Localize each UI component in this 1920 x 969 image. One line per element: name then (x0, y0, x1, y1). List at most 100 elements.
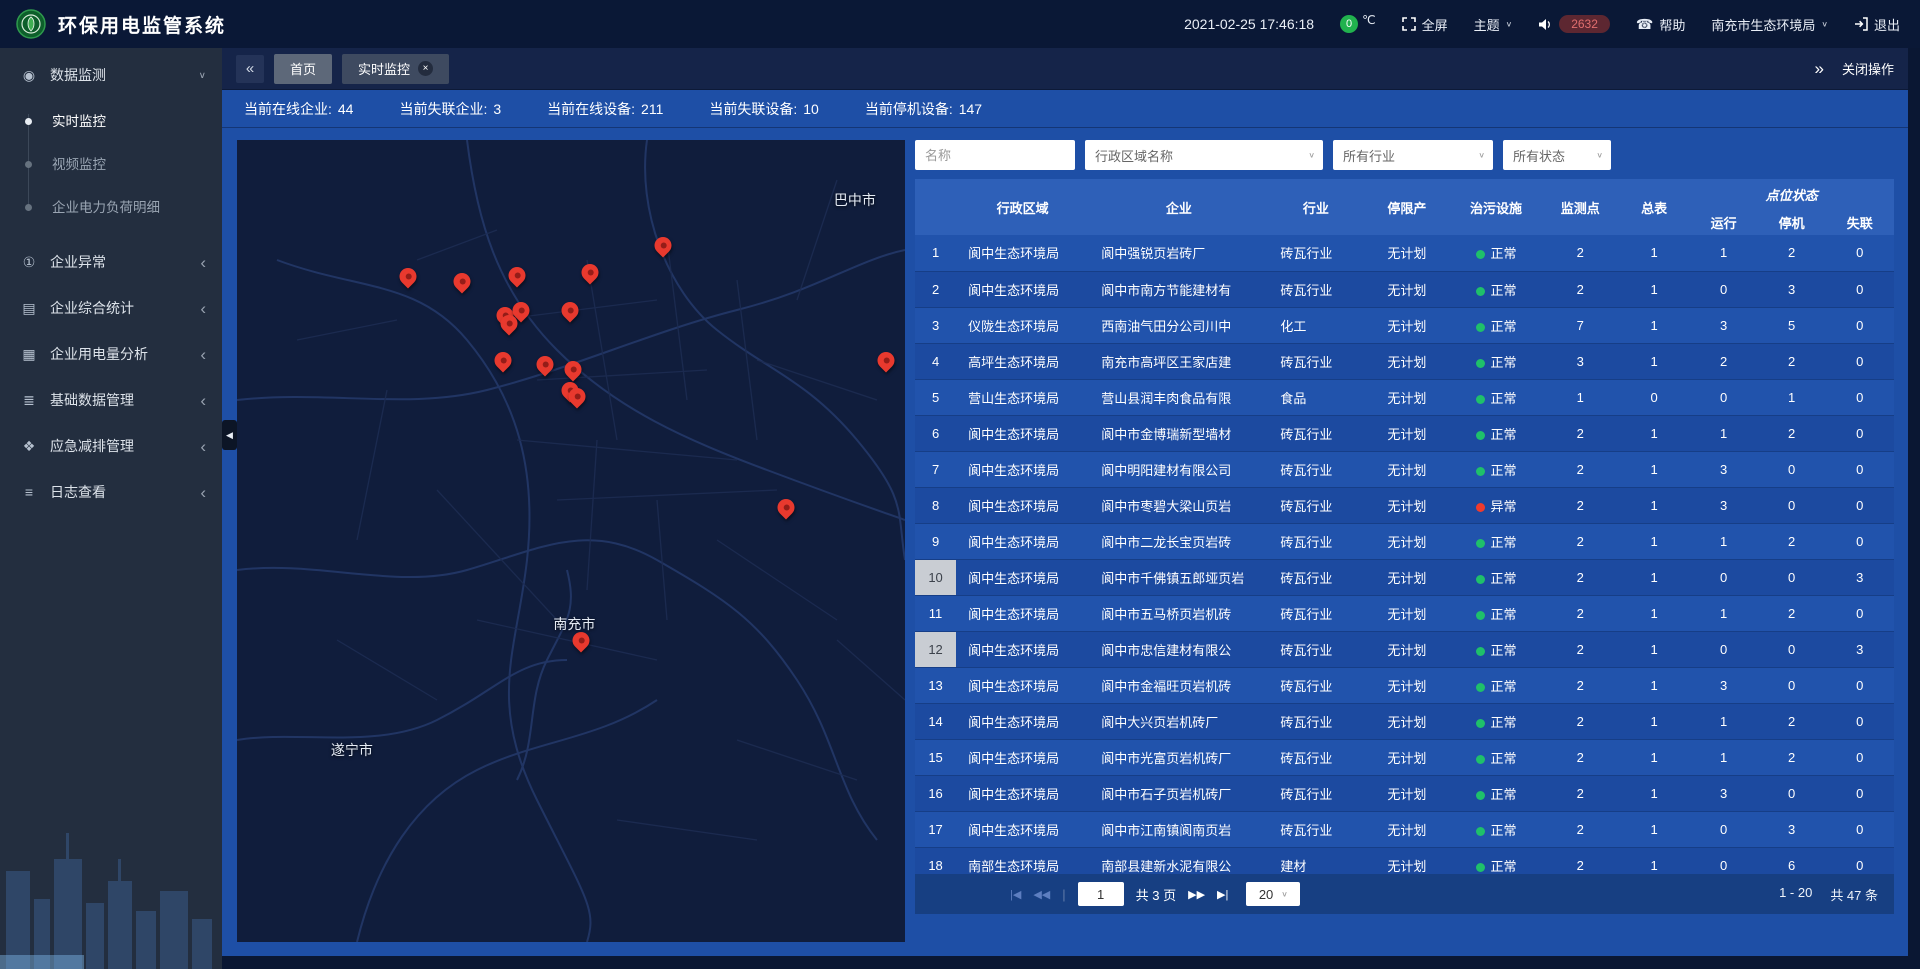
sidebar-group-log-view[interactable]: ≡日志查看‹ (0, 469, 222, 515)
last-page-button[interactable]: ▶| (1217, 888, 1228, 901)
table-row-16[interactable]: 16阆中生态环境局阆中市石子页岩机砖厂砖瓦行业无计划正常21300 (915, 775, 1894, 811)
cell-index: 15 (915, 739, 956, 775)
map-pin[interactable] (491, 349, 515, 373)
cell-company: 阆中市南方节能建材有 (1089, 271, 1268, 307)
name-filter-input[interactable] (915, 140, 1075, 170)
cell-run: 3 (1689, 451, 1758, 487)
map-pin[interactable] (774, 496, 798, 520)
tabs-scroll-left-button[interactable]: « (236, 55, 264, 83)
sidebar-item-power-load-detail[interactable]: 企业电力负荷明细 (0, 186, 222, 229)
cell-production-limit: 无计划 (1363, 271, 1450, 307)
cell-industry: 化工 (1268, 307, 1363, 343)
map-pin[interactable] (396, 265, 420, 289)
sidebar-group-data-monitoring[interactable]: ◉数据监测∨ (0, 52, 222, 98)
sidebar-group-emergency-reduction[interactable]: ❖应急减排管理‹ (0, 423, 222, 469)
table-row-7[interactable]: 7阆中生态环境局阆中明阳建材有限公司砖瓦行业无计划正常21300 (915, 451, 1894, 487)
cell-monitor-points: 2 (1542, 415, 1619, 451)
map-pin[interactable] (874, 349, 898, 373)
content-body: ◀ (222, 128, 1908, 956)
map-pin[interactable] (558, 298, 582, 322)
table-row-11[interactable]: 11阆中生态环境局阆中市五马桥页岩机砖砖瓦行业无计划正常21120 (915, 595, 1894, 631)
cell-industry: 砖瓦行业 (1268, 415, 1363, 451)
map-panel[interactable]: 巴中市南充市遂宁市 (237, 140, 905, 942)
tab-close-icon[interactable]: × (418, 61, 433, 76)
cell-facility-status: 正常 (1450, 415, 1541, 451)
table-row-8[interactable]: 8阆中生态环境局阆中市枣碧大梁山页岩砖瓦行业无计划异常21300 (915, 487, 1894, 523)
chevron-left-icon: ‹ (200, 254, 206, 271)
cell-stop: 2 (1758, 523, 1826, 559)
page-number-input[interactable] (1078, 882, 1124, 906)
cell-region: 阆中生态环境局 (956, 487, 1089, 523)
cell-index: 13 (915, 667, 956, 703)
prev-page-button[interactable]: ◀◀ (1033, 888, 1050, 901)
table-row-2[interactable]: 2阆中生态环境局阆中市南方节能建材有砖瓦行业无计划正常21030 (915, 271, 1894, 307)
sidebar-group-enterprise-abnormal[interactable]: ①企业异常‹ (0, 239, 222, 285)
cell-lost: 0 (1825, 667, 1894, 703)
cell-industry: 砖瓦行业 (1268, 235, 1363, 271)
theme-dropdown[interactable]: 主题 ∨ (1474, 15, 1513, 34)
table-row-10[interactable]: 10阆中生态环境局阆中市千佛镇五郎垭页岩砖瓦行业无计划正常21003 (915, 559, 1894, 595)
table-row-4[interactable]: 4高坪生态环境局南充市高坪区王家店建砖瓦行业无计划正常31220 (915, 343, 1894, 379)
cell-monitor-points: 2 (1542, 811, 1619, 847)
sidebar-group-enterprise-statistics[interactable]: ▤企业综合统计‹ (0, 285, 222, 331)
map-pin[interactable] (505, 263, 529, 287)
cell-region: 阆中生态环境局 (956, 703, 1089, 739)
table-row-3[interactable]: 3仪陇生态环境局西南油气田分公司川中化工无计划正常71350 (915, 307, 1894, 343)
cell-index: 16 (915, 775, 956, 811)
cell-monitor-points: 1 (1542, 379, 1619, 415)
map-pin[interactable] (651, 233, 675, 257)
tab-label: 实时监控 (358, 59, 410, 78)
cell-region: 阆中生态环境局 (956, 739, 1089, 775)
cell-total-meters: 1 (1619, 595, 1689, 631)
map-pin[interactable] (561, 358, 585, 382)
tab-realtime-monitor[interactable]: 实时监控 × (342, 54, 449, 84)
help-label: 帮助 (1659, 15, 1685, 34)
header-total: 总表 (1619, 179, 1689, 235)
table-row-12[interactable]: 12阆中生态环境局阆中市忠信建材有限公砖瓦行业无计划正常21003 (915, 631, 1894, 667)
status-dot-icon (1476, 827, 1485, 836)
org-dropdown[interactable]: 南充市生态环境局 ∨ (1711, 15, 1828, 34)
page-size-select[interactable]: 20 ∨ (1246, 882, 1300, 906)
region-filter-select[interactable]: 行政区域名称 ∨ (1085, 140, 1323, 170)
logout-button[interactable]: 退出 (1854, 15, 1900, 34)
table-row-9[interactable]: 9阆中生态环境局阆中市二龙长宝页岩砖砖瓦行业无计划正常21120 (915, 523, 1894, 559)
content: « 首页实时监控× » 关闭操作 当前在线企业:44 当前失联企业:3 当前在线… (222, 48, 1920, 969)
status-dot-icon (1476, 395, 1485, 404)
table-row-13[interactable]: 13阆中生态环境局阆中市金福旺页岩机砖砖瓦行业无计划正常21300 (915, 667, 1894, 703)
industry-filter-select[interactable]: 所有行业 ∨ (1333, 140, 1493, 170)
sidebar-group-basic-data-management[interactable]: ≣基础数据管理‹ (0, 377, 222, 423)
table-row-5[interactable]: 5营山生态环境局营山县润丰肉食品有限食品无计划正常10010 (915, 379, 1894, 415)
emergency-icon: ❖ (20, 438, 38, 455)
table-row-17[interactable]: 17阆中生态环境局阆中市江南镇阆南页岩砖瓦行业无计划正常21030 (915, 811, 1894, 847)
fullscreen-button[interactable]: 全屏 (1402, 15, 1448, 34)
table-row-1[interactable]: 1阆中生态环境局阆中强锐页岩砖厂砖瓦行业无计划正常21120 (915, 235, 1894, 271)
chevron-left-icon: ‹ (200, 346, 206, 363)
table-row-6[interactable]: 6阆中生态环境局阆中市金博瑞新型墙材砖瓦行业无计划正常21120 (915, 415, 1894, 451)
first-page-button[interactable]: |◀ (1010, 888, 1021, 901)
cell-run: 0 (1689, 271, 1758, 307)
map-collapse-handle[interactable]: ◀ (222, 420, 237, 450)
next-page-button[interactable]: ▶▶ (1188, 888, 1205, 901)
close-operations-button[interactable]: 关闭操作 (1842, 59, 1894, 78)
alert-indicator[interactable]: 2632 (1538, 15, 1610, 33)
cell-company: 南部县建新水泥有限公 (1089, 847, 1268, 874)
table-row-18[interactable]: 18南部生态环境局南部县建新水泥有限公建材无计划正常21060 (915, 847, 1894, 874)
cell-industry: 砖瓦行业 (1268, 631, 1363, 667)
cell-total-meters: 1 (1619, 343, 1689, 379)
table-row-14[interactable]: 14阆中生态环境局阆中大兴页岩机砖厂砖瓦行业无计划正常21120 (915, 703, 1894, 739)
cell-stop: 2 (1758, 343, 1826, 379)
tabs-scroll-right-button[interactable]: » (1815, 55, 1824, 83)
sidebar-item-video-monitor[interactable]: 视频监控 (0, 143, 222, 186)
map-pin[interactable] (578, 261, 602, 285)
status-filter-select[interactable]: 所有状态 ∨ (1503, 140, 1611, 170)
help-button[interactable]: ☎ 帮助 (1636, 15, 1685, 34)
cell-lost: 0 (1825, 487, 1894, 523)
table-row-15[interactable]: 15阆中生态环境局阆中市光富页岩机砖厂砖瓦行业无计划正常21120 (915, 739, 1894, 775)
map-pin[interactable] (533, 352, 557, 376)
tab-home[interactable]: 首页 (274, 54, 332, 84)
map-pin[interactable] (450, 269, 474, 293)
cell-company: 阆中强锐页岩砖厂 (1089, 235, 1268, 271)
sidebar-group-power-usage-analysis[interactable]: ▦企业用电量分析‹ (0, 331, 222, 377)
main: ◉数据监测∨实时监控视频监控企业电力负荷明细①企业异常‹▤企业综合统计‹▦企业用… (0, 48, 1920, 969)
sidebar-item-realtime-monitor[interactable]: 实时监控 (0, 100, 222, 143)
